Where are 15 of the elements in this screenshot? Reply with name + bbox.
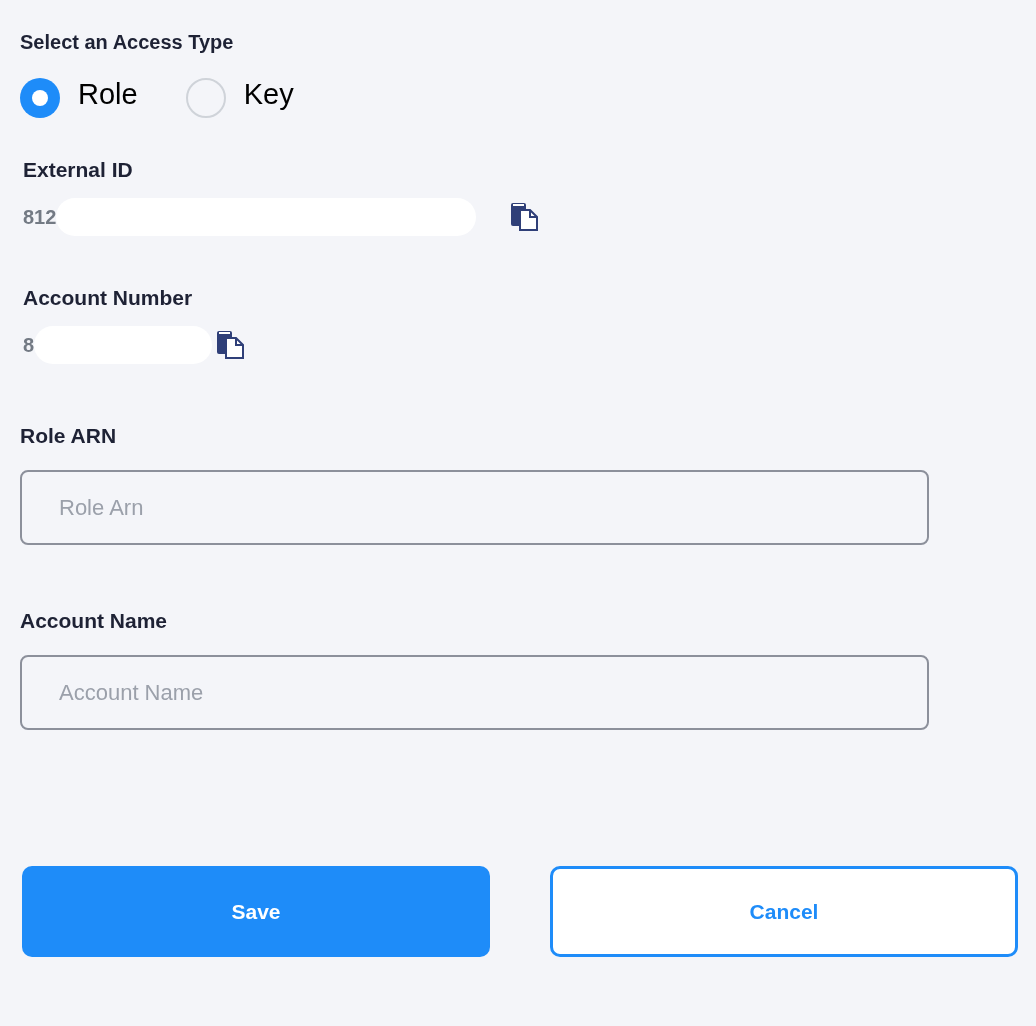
copy-icon[interactable] [216, 330, 247, 360]
copy-icon[interactable] [510, 202, 541, 232]
radio-option[interactable]: Role [20, 78, 138, 118]
field-value: 812 [23, 205, 57, 230]
field-label: Account Name [20, 608, 169, 634]
field-label: External ID [23, 157, 134, 183]
section-heading: Select an Access Type [20, 30, 235, 55]
text-field[interactable]: Role Arn [20, 470, 929, 545]
radio-option[interactable]: Key [185, 78, 294, 118]
radio-button[interactable] [185, 78, 226, 118]
radio-button[interactable] [20, 78, 60, 118]
field-label: Role ARN [20, 423, 118, 449]
text-field[interactable]: Account Name [20, 655, 929, 730]
field-label: Account Number [23, 285, 194, 311]
field-value: 8 [23, 333, 35, 358]
